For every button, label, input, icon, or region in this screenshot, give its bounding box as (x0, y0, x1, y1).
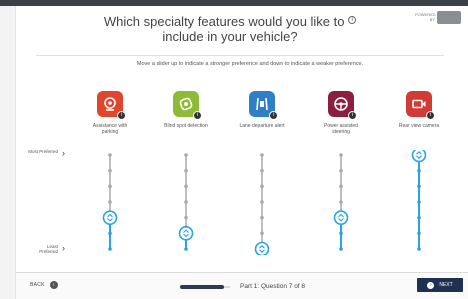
left-edge-panel (0, 6, 16, 299)
slider-stop (108, 153, 112, 157)
back-button[interactable]: BACK ‹ (30, 281, 58, 289)
progress-bar (180, 285, 224, 289)
feature-info-badge[interactable]: i (269, 111, 278, 120)
slider-stop (108, 231, 112, 236)
slider-stop (339, 231, 343, 236)
slider-stop (108, 168, 112, 173)
slider-stop (184, 215, 188, 220)
slider-stop (339, 168, 343, 173)
preference-slider-lane-departure[interactable] (252, 150, 272, 255)
least-preferred-label: Least Preferred (39, 244, 58, 254)
preference-slider-camera[interactable] (409, 150, 429, 255)
feature-label: Rear view camera (398, 123, 440, 129)
feature-info-badge[interactable]: i (426, 111, 435, 120)
feature-label: Power assisted steering (324, 123, 358, 135)
slider-stop (339, 153, 343, 157)
slider-stop (417, 215, 421, 220)
info-icon[interactable]: i (348, 15, 357, 24)
slider-stop (417, 247, 421, 251)
next-label: NEXT (439, 282, 453, 288)
slider-stop (417, 168, 421, 173)
slider-stop (260, 168, 264, 173)
preference-slider-parking[interactable] (100, 150, 120, 255)
parking-assist-icon: i (97, 91, 126, 120)
slider-stop (108, 247, 112, 251)
feature-label: Lane departure alert (239, 123, 285, 129)
top-bar (0, 0, 468, 6)
slider-stop (339, 247, 343, 251)
slider-stop (339, 184, 343, 189)
slider-stop (184, 184, 188, 189)
progress-text: Part 1: Question 7 of 8 (240, 283, 306, 290)
slider-handle (333, 210, 349, 225)
slider-stop (417, 231, 421, 236)
title-line-2: include in your vehicle? (162, 29, 298, 44)
preference-slider-blind-spot[interactable] (176, 150, 196, 255)
preference-slider-steering[interactable] (331, 150, 351, 255)
slider-stop (260, 231, 264, 236)
most-preferred-label: Most Preferred (28, 149, 58, 154)
feature-info-badge[interactable]: i (348, 111, 357, 120)
slider-stop (260, 153, 264, 157)
slider-stop (260, 184, 264, 189)
back-label: BACK (30, 282, 45, 288)
slider-stop (108, 200, 112, 204)
chevron-right-icon: › (62, 148, 65, 158)
feature-info-badge[interactable]: i (117, 111, 126, 120)
feature-label: Blind spot detection (164, 123, 208, 129)
instructions-text: Move a slider up to indicate a stronger … (136, 61, 364, 67)
slider-stop (260, 200, 264, 204)
slider-stop (184, 168, 188, 173)
chevron-right-icon: › (62, 243, 65, 253)
slider-stop (108, 184, 112, 189)
title-line-1: Which specialty features would you like … (103, 14, 345, 29)
camera-icon: i (406, 91, 435, 120)
slider-stop (339, 200, 343, 204)
slider-stop (184, 247, 188, 251)
blind-spot-icon: i (173, 91, 202, 120)
slider-handle (254, 241, 270, 255)
header-divider (36, 55, 444, 56)
slider-handle (178, 226, 194, 241)
steering-wheel-icon: i (328, 91, 357, 120)
feature-label: Assistance with parking (92, 123, 128, 135)
slider-stop (184, 153, 188, 157)
slider-handle (102, 210, 118, 225)
feature-info-badge[interactable]: i (193, 111, 202, 120)
page-title: Which specialty features would you like … (100, 14, 360, 44)
next-button[interactable]: › NEXT (417, 278, 463, 292)
brand-logo (437, 11, 461, 24)
back-arrow-icon: ‹ (49, 281, 58, 289)
powered-by-label: POWERED BY (415, 12, 436, 22)
lane-departure-icon: i (249, 91, 278, 120)
slider-stop (184, 200, 188, 204)
next-arrow-icon: › (427, 281, 435, 289)
slider-stop (260, 215, 264, 220)
slider-stop (417, 200, 421, 204)
slider-stop (417, 184, 421, 189)
